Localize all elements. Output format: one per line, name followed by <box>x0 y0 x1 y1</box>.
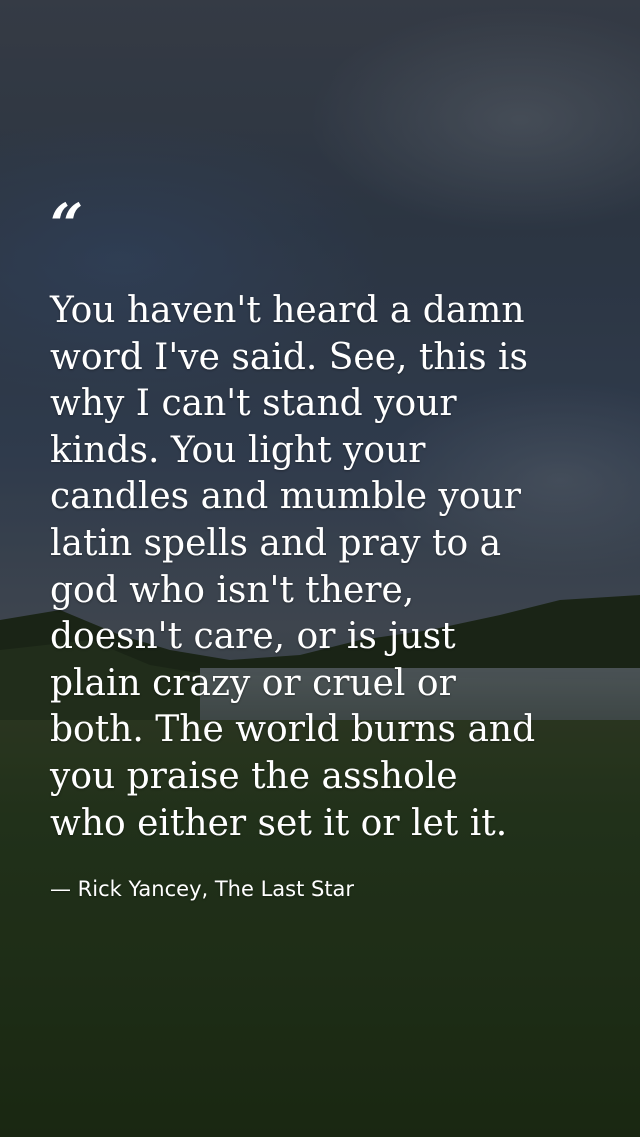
quote-text: You haven't heard a damn word I've said.… <box>50 290 536 844</box>
quote-mark-icon: “ <box>50 191 84 259</box>
quote-attribution: — Rick Yancey, The Last Star <box>50 877 355 901</box>
